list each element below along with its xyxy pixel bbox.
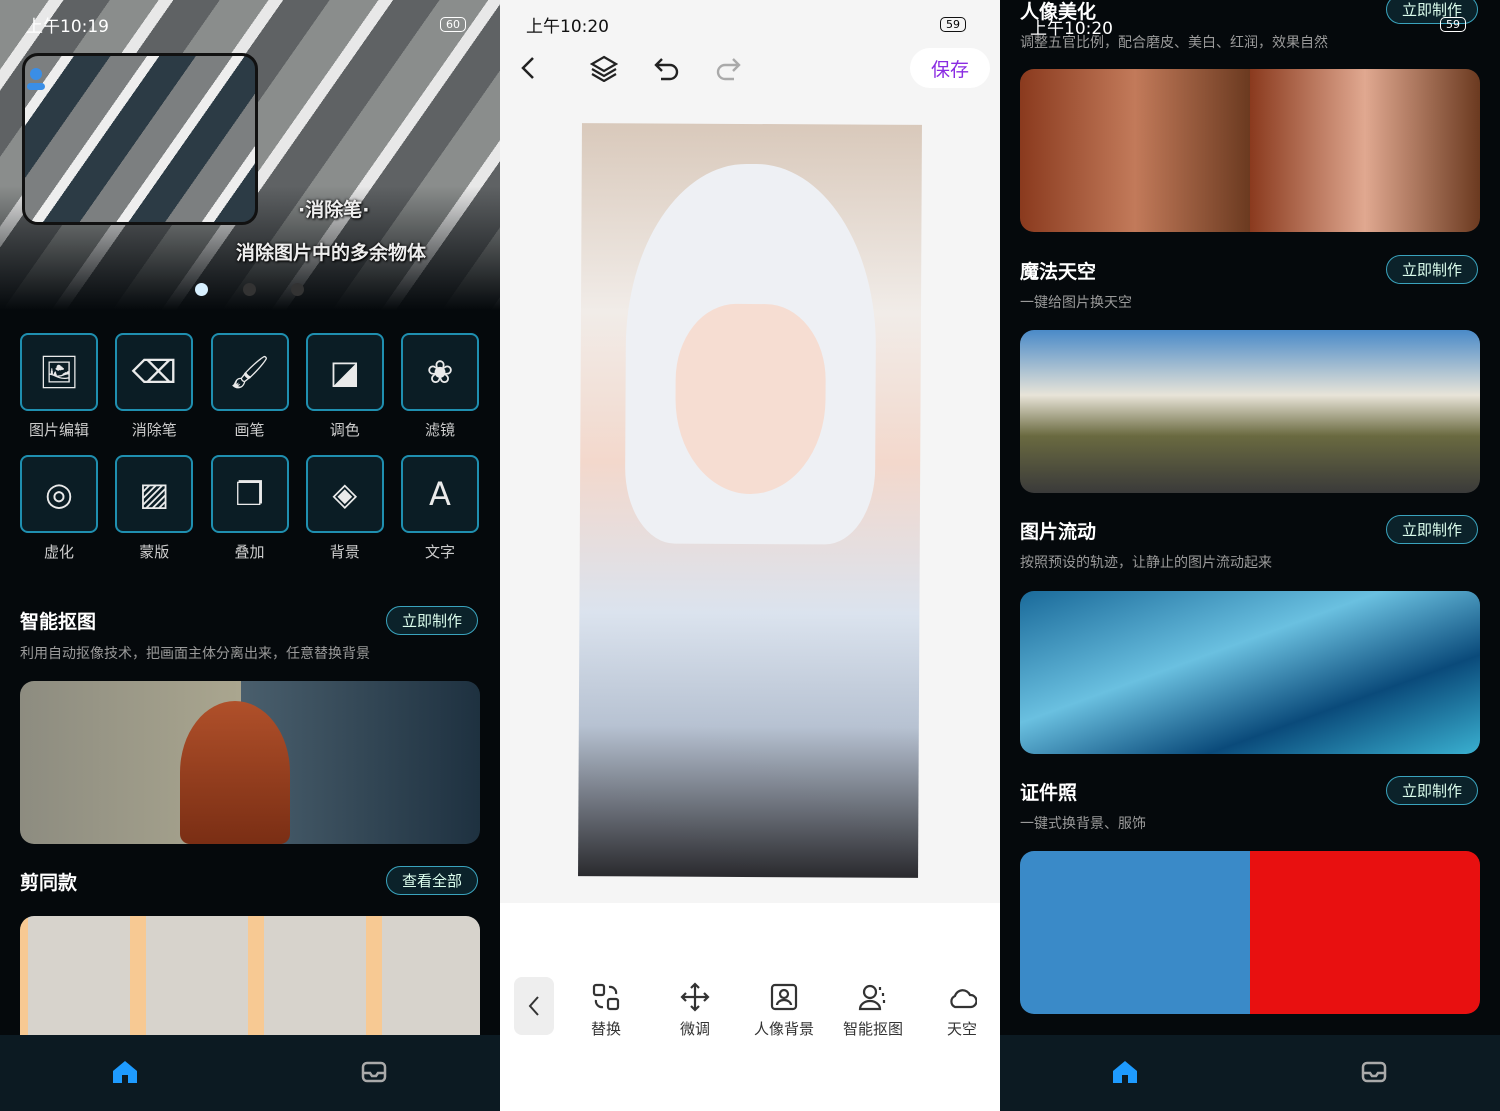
make-now-button[interactable]: 立即制作	[386, 606, 478, 635]
section-desc: 利用自动抠像技术，把画面主体分离出来，任意替换背景	[20, 646, 370, 662]
paint-bucket-icon: ◪	[329, 353, 360, 391]
status-time: 上午10:20	[526, 17, 609, 37]
edited-photo[interactable]	[578, 123, 922, 878]
banner-title: ·消除笔·	[298, 199, 370, 221]
section-title: 智能抠图	[20, 611, 97, 633]
carousel-dot[interactable]	[243, 283, 256, 296]
carousel-dot-active[interactable]	[195, 283, 208, 296]
overlay-icon: ❐	[235, 475, 264, 513]
tool-label: 人像背景	[753, 1020, 814, 1038]
feature-preview-image[interactable]	[1020, 69, 1480, 232]
tool-button[interactable]: ❐	[210, 455, 289, 533]
image-icon: 🖼	[38, 353, 80, 391]
editor-screen: 上午10:20 59 保存 替换 微调 人像背景 智能抠图 天空	[500, 0, 1000, 1111]
tool-button[interactable]: 智能抠图	[833, 982, 913, 1039]
redo-icon[interactable]	[714, 55, 742, 81]
tool-label: 叠加	[234, 543, 265, 561]
tool-button[interactable]: 微调	[655, 982, 735, 1039]
tool-label: 图片编辑	[28, 421, 89, 439]
section-title: 剪同款	[20, 872, 78, 894]
tool-button[interactable]: 人像背景	[744, 982, 824, 1039]
tool-label: 背景	[329, 543, 360, 561]
feature-preview-image[interactable]	[1020, 851, 1480, 1014]
carousel-dot[interactable]	[291, 283, 304, 296]
tool-button[interactable]: 🖼	[20, 333, 98, 411]
mask-icon: ▨	[139, 475, 170, 513]
tool-label: 调色	[329, 421, 360, 439]
section-desc: 按照预设的轨迹，让静止的图片流动起来	[1020, 555, 1272, 571]
battery-indicator: 60	[440, 17, 466, 32]
feature-preview-image[interactable]	[1020, 330, 1480, 493]
banner-inset-image	[22, 53, 258, 225]
tool-button[interactable]: 天空	[922, 982, 1000, 1039]
tool-label: 虚化	[43, 543, 74, 561]
blur-icon: ◎	[45, 475, 73, 513]
section-desc: 一键式换背景、服饰	[1020, 816, 1146, 832]
chevron-left-icon	[528, 996, 539, 1016]
cutout-preview-image[interactable]	[20, 681, 480, 844]
tool-button[interactable]: A	[401, 455, 479, 533]
status-time: 上午10:20	[1030, 19, 1113, 39]
tool-label: 画笔	[234, 421, 265, 439]
home-icon[interactable]	[112, 1060, 138, 1084]
bottom-nav	[1000, 1035, 1500, 1111]
tool-button[interactable]: ⌫	[115, 333, 194, 411]
make-now-button[interactable]: 立即制作	[1386, 255, 1478, 284]
portrait-icon	[770, 983, 798, 1011]
section-title: 证件照	[1020, 782, 1078, 804]
text-icon: A	[429, 475, 451, 513]
section-title: 图片流动	[1020, 521, 1097, 543]
home-icon[interactable]	[1112, 1060, 1138, 1084]
undo-icon[interactable]	[653, 55, 681, 81]
tool-button[interactable]: ❀	[401, 333, 479, 411]
section-desc: 一键给图片换天空	[1020, 295, 1132, 311]
move-icon	[680, 982, 710, 1012]
bottom-nav	[0, 1035, 500, 1111]
features-screen: 上午10:20 59 人像美化 立即制作 调整五官比例，配合磨皮、美白、红润，效果自…	[1000, 0, 1500, 1111]
inbox-icon[interactable]	[1361, 1061, 1387, 1083]
user-icon[interactable]	[27, 68, 45, 94]
tool-label: 替换	[590, 1020, 621, 1038]
tool-label: 文字	[424, 543, 455, 561]
make-now-button[interactable]: 立即制作	[1386, 515, 1478, 544]
battery-indicator: 59	[1440, 17, 1466, 32]
tool-button[interactable]: 🖌	[210, 333, 289, 411]
person-cutout-icon	[858, 984, 886, 1011]
back-icon[interactable]	[518, 55, 538, 81]
tool-button[interactable]: ▨	[115, 455, 194, 533]
tool-button[interactable]: ◈	[305, 455, 384, 533]
tool-label: 天空	[946, 1020, 977, 1038]
tool-label: 微调	[679, 1020, 710, 1038]
template-preview-image[interactable]	[20, 916, 480, 1035]
make-now-button[interactable]: 立即制作	[1386, 776, 1478, 805]
collapse-button[interactable]	[514, 977, 554, 1035]
inbox-icon[interactable]	[361, 1061, 387, 1083]
replace-icon	[592, 983, 620, 1011]
eraser-icon: ⌫	[131, 353, 177, 391]
tool-label: 智能抠图	[842, 1020, 903, 1038]
banner-subtitle: 消除图片中的多余物体	[236, 242, 427, 264]
tool-button[interactable]: ◎	[20, 455, 98, 533]
background-icon: ◈	[332, 475, 358, 513]
view-all-button[interactable]: 查看全部	[386, 866, 478, 895]
tool-button[interactable]: 替换	[566, 982, 646, 1039]
tool-label: 蒙版	[139, 543, 170, 561]
battery-indicator: 59	[940, 17, 966, 32]
brush-icon: 🖌	[229, 353, 270, 391]
save-button[interactable]: 保存	[910, 48, 990, 88]
feature-preview-image[interactable]	[1020, 591, 1480, 754]
cloud-icon	[950, 989, 977, 1009]
status-time: 上午10:19	[26, 17, 109, 37]
layers-icon[interactable]	[590, 54, 618, 82]
section-title: 魔法天空	[1020, 261, 1097, 283]
tool-label: 消除笔	[131, 421, 177, 439]
home-screen: 上午10:19 60 ·消除笔· 消除图片中的多余物体 🖼 图片编辑 ⌫ 消除笔 🖌 画笔…	[0, 0, 500, 1111]
tool-button[interactable]: ◪	[305, 333, 384, 411]
filter-icon: ❀	[426, 353, 454, 391]
tool-label: 滤镜	[424, 421, 455, 439]
